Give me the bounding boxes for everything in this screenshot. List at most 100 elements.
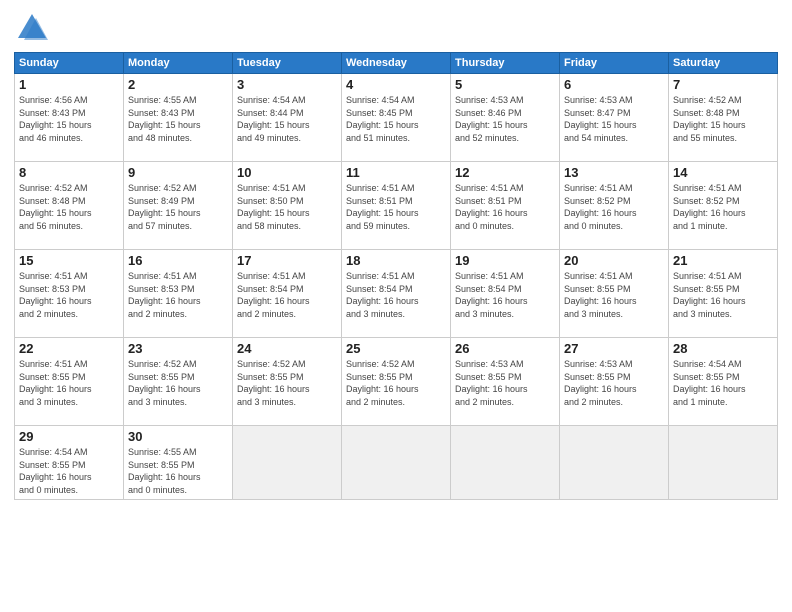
calendar-cell: 23 Sunrise: 4:52 AM Sunset: 8:55 PM Dayli… [124,338,233,426]
calendar-cell: 22Sunrise: 4:51 AM Sunset: 8:55 PM Dayli… [15,338,124,426]
calendar-cell: 12 Sunrise: 4:51 AM Sunset: 8:51 PM Dayli… [451,162,560,250]
calendar-cell: 26 Sunrise: 4:53 AM Sunset: 8:55 PM Dayli… [451,338,560,426]
day-info: Sunrise: 4:51 AM Sunset: 8:53 PM Dayligh… [128,270,228,320]
weekday-header-saturday: Saturday [669,53,778,74]
calendar-cell: 7 Sunrise: 4:52 AM Sunset: 8:48 PM Daylig… [669,74,778,162]
day-info: Sunrise: 4:51 AM Sunset: 8:51 PM Dayligh… [455,182,555,232]
day-number: 3 [237,77,337,92]
day-info: Sunrise: 4:52 AM Sunset: 8:49 PM Dayligh… [128,182,228,232]
day-number: 17 [237,253,337,268]
day-info: Sunrise: 4:51 AM Sunset: 8:53 PM Dayligh… [19,270,119,320]
calendar-cell: 3 Sunrise: 4:54 AM Sunset: 8:44 PM Daylig… [233,74,342,162]
calendar-cell: 2 Sunrise: 4:55 AM Sunset: 8:43 PM Daylig… [124,74,233,162]
day-info: Sunrise: 4:51 AM Sunset: 8:51 PM Dayligh… [346,182,446,232]
calendar-cell: 1 Sunrise: 4:56 AM Sunset: 8:43 PM Daylig… [15,74,124,162]
day-info: Sunrise: 4:51 AM Sunset: 8:54 PM Dayligh… [455,270,555,320]
day-number: 14 [673,165,773,180]
day-info: Sunrise: 4:54 AM Sunset: 8:55 PM Dayligh… [19,446,119,496]
day-number: 6 [564,77,664,92]
calendar-cell: 11 Sunrise: 4:51 AM Sunset: 8:51 PM Dayli… [342,162,451,250]
calendar-cell: 8 Sunrise: 4:52 AM Sunset: 8:48 PM Daylig… [15,162,124,250]
day-number: 7 [673,77,773,92]
day-number: 25 [346,341,446,356]
weekday-header-friday: Friday [560,53,669,74]
calendar-table: SundayMondayTuesdayWednesdayThursdayFrid… [14,52,778,500]
day-info: Sunrise: 4:52 AM Sunset: 8:48 PM Dayligh… [19,182,119,232]
weekday-header-thursday: Thursday [451,53,560,74]
weekday-header-wednesday: Wednesday [342,53,451,74]
day-number: 19 [455,253,555,268]
day-info: Sunrise: 4:51 AM Sunset: 8:55 PM Dayligh… [19,358,119,408]
calendar-cell: 21 Sunrise: 4:51 AM Sunset: 8:55 PM Dayli… [669,250,778,338]
calendar-cell: 19 Sunrise: 4:51 AM Sunset: 8:54 PM Dayli… [451,250,560,338]
calendar-cell: 30 Sunrise: 4:55 AM Sunset: 8:55 PM Dayli… [124,426,233,500]
day-info: Sunrise: 4:53 AM Sunset: 8:55 PM Dayligh… [455,358,555,408]
day-info: Sunrise: 4:53 AM Sunset: 8:47 PM Dayligh… [564,94,664,144]
calendar-cell: 24 Sunrise: 4:52 AM Sunset: 8:55 PM Dayli… [233,338,342,426]
weekday-header-sunday: Sunday [15,53,124,74]
day-number: 16 [128,253,228,268]
calendar-cell: 5 Sunrise: 4:53 AM Sunset: 8:46 PM Daylig… [451,74,560,162]
day-number: 18 [346,253,446,268]
day-info: Sunrise: 4:55 AM Sunset: 8:55 PM Dayligh… [128,446,228,496]
day-number: 30 [128,429,228,444]
day-number: 29 [19,429,119,444]
day-number: 12 [455,165,555,180]
day-info: Sunrise: 4:51 AM Sunset: 8:54 PM Dayligh… [346,270,446,320]
day-number: 20 [564,253,664,268]
day-info: Sunrise: 4:53 AM Sunset: 8:46 PM Dayligh… [455,94,555,144]
calendar-cell: 29 Sunrise: 4:54 AM Sunset: 8:55 PM Dayli… [15,426,124,500]
calendar-cell [560,426,669,500]
calendar-cell [342,426,451,500]
day-info: Sunrise: 4:52 AM Sunset: 8:55 PM Dayligh… [128,358,228,408]
calendar-cell: 18 Sunrise: 4:51 AM Sunset: 8:54 PM Dayli… [342,250,451,338]
logo [14,10,52,46]
day-number: 5 [455,77,555,92]
day-number: 8 [19,165,119,180]
calendar-cell: 16 Sunrise: 4:51 AM Sunset: 8:53 PM Dayli… [124,250,233,338]
day-info: Sunrise: 4:51 AM Sunset: 8:55 PM Dayligh… [673,270,773,320]
day-info: Sunrise: 4:54 AM Sunset: 8:45 PM Dayligh… [346,94,446,144]
calendar-cell: 15 Sunrise: 4:51 AM Sunset: 8:53 PM Dayli… [15,250,124,338]
day-number: 10 [237,165,337,180]
calendar-cell: 9 Sunrise: 4:52 AM Sunset: 8:49 PM Daylig… [124,162,233,250]
day-number: 11 [346,165,446,180]
calendar-cell [233,426,342,500]
calendar-cell: 10 Sunrise: 4:51 AM Sunset: 8:50 PM Dayli… [233,162,342,250]
calendar-cell: 27 Sunrise: 4:53 AM Sunset: 8:55 PM Dayli… [560,338,669,426]
day-info: Sunrise: 4:51 AM Sunset: 8:52 PM Dayligh… [564,182,664,232]
day-info: Sunrise: 4:54 AM Sunset: 8:44 PM Dayligh… [237,94,337,144]
calendar-cell: 4 Sunrise: 4:54 AM Sunset: 8:45 PM Daylig… [342,74,451,162]
day-info: Sunrise: 4:54 AM Sunset: 8:55 PM Dayligh… [673,358,773,408]
calendar-header-row: SundayMondayTuesdayWednesdayThursdayFrid… [15,53,778,74]
day-info: Sunrise: 4:52 AM Sunset: 8:55 PM Dayligh… [237,358,337,408]
logo-icon [14,10,50,46]
calendar-cell: 13 Sunrise: 4:51 AM Sunset: 8:52 PM Dayli… [560,162,669,250]
weekday-header-monday: Monday [124,53,233,74]
calendar-cell: 6 Sunrise: 4:53 AM Sunset: 8:47 PM Daylig… [560,74,669,162]
day-number: 1 [19,77,119,92]
day-info: Sunrise: 4:52 AM Sunset: 8:55 PM Dayligh… [346,358,446,408]
day-number: 24 [237,341,337,356]
calendar-cell: 14 Sunrise: 4:51 AM Sunset: 8:52 PM Dayli… [669,162,778,250]
day-info: Sunrise: 4:55 AM Sunset: 8:43 PM Dayligh… [128,94,228,144]
calendar-cell: 25 Sunrise: 4:52 AM Sunset: 8:55 PM Dayli… [342,338,451,426]
day-info: Sunrise: 4:51 AM Sunset: 8:50 PM Dayligh… [237,182,337,232]
weekday-header-tuesday: Tuesday [233,53,342,74]
calendar-cell: 28 Sunrise: 4:54 AM Sunset: 8:55 PM Dayli… [669,338,778,426]
day-number: 21 [673,253,773,268]
day-info: Sunrise: 4:53 AM Sunset: 8:55 PM Dayligh… [564,358,664,408]
day-number: 4 [346,77,446,92]
day-number: 23 [128,341,228,356]
day-number: 13 [564,165,664,180]
calendar-cell: 20Sunrise: 4:51 AM Sunset: 8:55 PM Dayli… [560,250,669,338]
day-info: Sunrise: 4:56 AM Sunset: 8:43 PM Dayligh… [19,94,119,144]
day-number: 26 [455,341,555,356]
day-number: 15 [19,253,119,268]
day-number: 9 [128,165,228,180]
day-info: Sunrise: 4:52 AM Sunset: 8:48 PM Dayligh… [673,94,773,144]
day-info: Sunrise: 4:51 AM Sunset: 8:52 PM Dayligh… [673,182,773,232]
day-number: 28 [673,341,773,356]
day-number: 2 [128,77,228,92]
day-number: 27 [564,341,664,356]
